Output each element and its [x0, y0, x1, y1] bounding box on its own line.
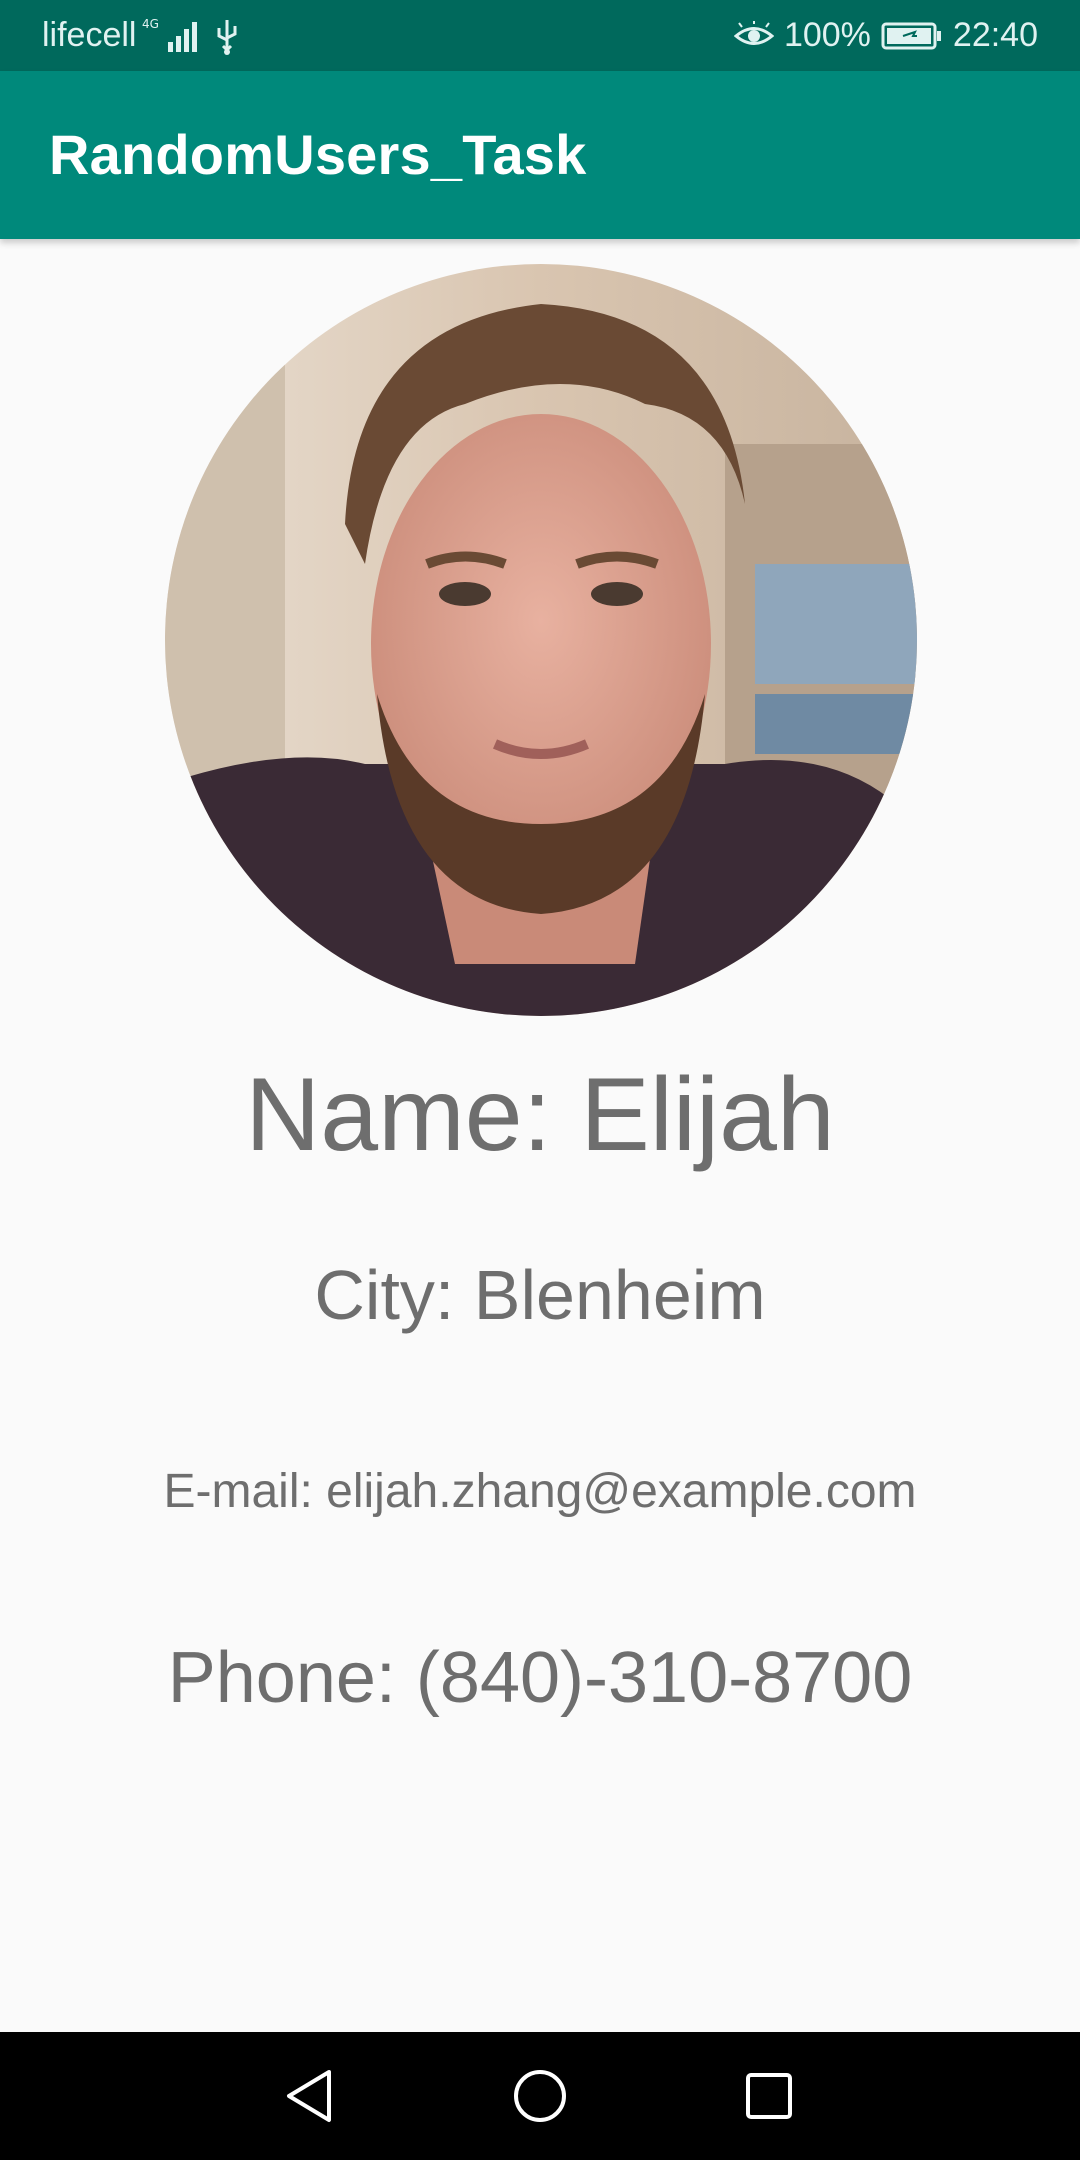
- network-type-label: 4G: [142, 17, 159, 31]
- avatar-photo: [165, 264, 917, 1016]
- home-icon: [514, 2070, 566, 2122]
- usb-icon: [212, 16, 242, 56]
- signal-icon: 4G: [142, 16, 206, 56]
- recents-icon: [746, 2073, 792, 2119]
- back-button[interactable]: [249, 2032, 369, 2160]
- battery-icon: [881, 21, 943, 51]
- eye-icon: [733, 20, 774, 51]
- name-label: Name: Elijah: [245, 1057, 835, 1173]
- clock: 22:40: [952, 16, 1038, 54]
- app-bar: RandomUsers_Task: [0, 71, 1080, 239]
- email-label: E-mail: elijah.zhang@example.com: [163, 1465, 917, 1518]
- navigation-bar: [0, 2032, 1080, 2160]
- status-bar: lifecell 4G 100% 22:40: [0, 0, 1080, 71]
- phone-label: Phone: (840)-310-8700: [167, 1638, 913, 1718]
- city-label: City: Blenheim: [314, 1256, 766, 1334]
- status-left: lifecell 4G: [42, 0, 242, 71]
- battery-percent: 100%: [783, 16, 871, 54]
- status-right: 100% 22:40: [733, 0, 1038, 71]
- carrier-label: lifecell: [42, 16, 137, 54]
- app-title: RandomUsers_Task: [49, 123, 587, 186]
- back-icon: [287, 2070, 331, 2122]
- recents-button[interactable]: [709, 2032, 829, 2160]
- home-button[interactable]: [480, 2032, 600, 2160]
- screen: lifecell 4G 100% 22:40 RandomUsers_Task …: [0, 0, 1080, 2160]
- avatar: [165, 264, 917, 1016]
